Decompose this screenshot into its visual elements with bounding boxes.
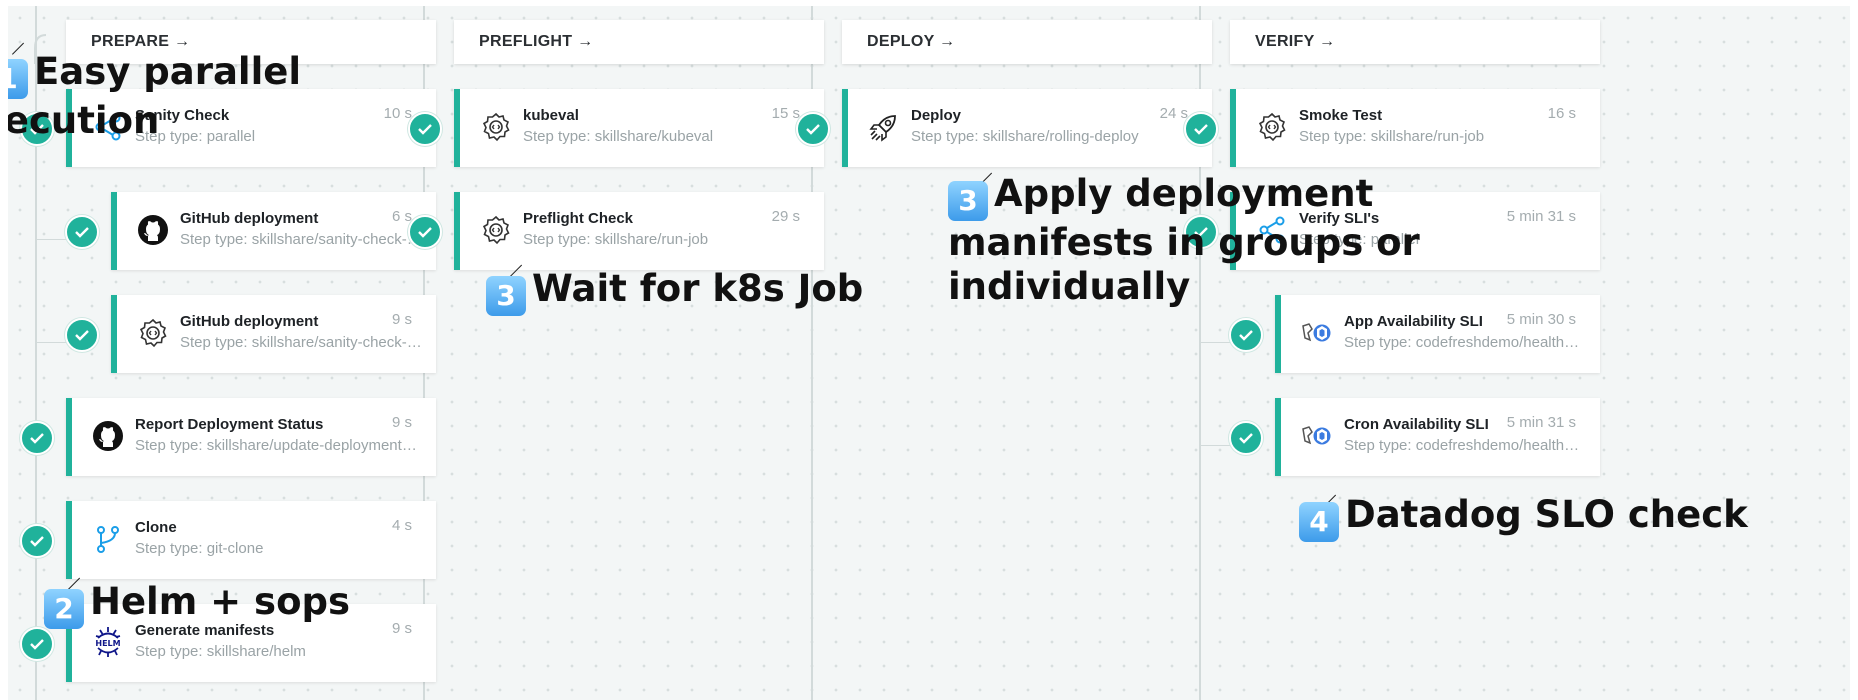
stage-header-verify[interactable]: VERIFY → <box>1230 20 1600 64</box>
number-badge: 2 <box>44 589 84 629</box>
success-check-icon <box>20 421 54 455</box>
annotation-text: Datadog SLO check <box>1345 493 1748 536</box>
step-card-kubeval[interactable]: kubeval Step type: skillshare/kubeval 15… <box>454 89 824 167</box>
helm-icon: HELM <box>90 624 126 660</box>
step-card-github-deployment-2[interactable]: GitHub deployment Step type: skillshare/… <box>111 295 436 373</box>
gear-icon <box>478 109 514 145</box>
github-icon <box>90 418 126 454</box>
success-check-icon <box>65 318 99 352</box>
step-type: Step type: skillshare/run-job <box>1299 128 1485 145</box>
step-type: Step type: skillshare/sanity-check-… <box>180 334 422 351</box>
step-duration: 10 s <box>383 105 412 122</box>
annotation-datadog-slo: 4 Datadog SLO check <box>1299 493 1748 542</box>
step-name: Smoke Test <box>1299 107 1383 124</box>
step-duration: 9 s <box>391 620 412 637</box>
number-badge: 3 <box>948 181 988 221</box>
step-name: GitHub deployment <box>180 313 319 330</box>
step-duration: 29 s <box>771 208 800 225</box>
gear-icon <box>135 315 171 351</box>
step-name: Cron Availability SLI <box>1344 416 1489 433</box>
stage-title: PREFLIGHT → <box>479 33 594 50</box>
step-duration: 9 s <box>391 311 412 328</box>
number-badge: 1 <box>8 59 28 99</box>
annotation-text: Easy parallel <box>34 50 302 93</box>
step-type: Step type: skillshare/helm <box>135 643 306 660</box>
github-icon <box>135 212 171 248</box>
step-card-clone[interactable]: Clone Step type: git-clone 4 s <box>66 501 436 579</box>
step-duration: 15 s <box>771 105 800 122</box>
annotation-text: manifests in groups or <box>948 221 1420 264</box>
stage-header-preflight[interactable]: PREFLIGHT → <box>454 20 824 64</box>
step-type: Step type: codefreshdemo/health… <box>1344 437 1580 454</box>
step-card-deploy[interactable]: Deploy Step type: skillshare/rolling-dep… <box>842 89 1212 167</box>
gear-icon <box>478 212 514 248</box>
number-badge: 4 <box>1299 502 1339 542</box>
annotation-text: xecution <box>8 99 160 142</box>
step-type: Step type: skillshare/rolling-deploy <box>911 128 1139 145</box>
stage-title: DEPLOY → <box>867 33 956 50</box>
success-check-icon <box>1229 318 1263 352</box>
step-card-smoke-test[interactable]: Smoke Test Step type: skillshare/run-job… <box>1230 89 1600 167</box>
stage-title: PREPARE → <box>91 33 191 50</box>
gear-icon <box>1254 109 1290 145</box>
success-check-icon <box>408 215 442 249</box>
step-duration: 24 s <box>1159 105 1188 122</box>
svg-text:HELM: HELM <box>95 639 120 648</box>
success-check-icon <box>65 215 99 249</box>
success-check-icon <box>1184 112 1218 146</box>
step-duration: 5 min 31 s <box>1506 208 1576 225</box>
stage-header-deploy[interactable]: DEPLOY → <box>842 20 1212 64</box>
step-name: Preflight Check <box>523 210 634 227</box>
number-badge: 3 <box>486 276 526 316</box>
annotation-text: Wait for k8s Job <box>532 267 864 310</box>
datadog-icon <box>1299 315 1335 351</box>
step-type: Step type: skillshare/run-job <box>523 231 709 248</box>
annotation-wait-k8s-job: 3 Wait for k8s Job <box>486 267 863 316</box>
stage-title: VERIFY → <box>1255 33 1336 50</box>
success-check-icon <box>796 112 830 146</box>
step-name: Clone <box>135 519 177 536</box>
annotation-parallel-execution: 1Easy parallel xecution <box>8 50 301 143</box>
step-card-cron-availability-sli[interactable]: Cron Availability SLI Step type: codefre… <box>1275 398 1600 476</box>
annotation-text: Apply deployment <box>994 172 1374 215</box>
step-card-preflight-check[interactable]: Preflight Check Step type: skillshare/ru… <box>454 192 824 270</box>
step-type: Step type: codefreshdemo/health… <box>1344 334 1580 351</box>
step-type: Step type: skillshare/kubeval <box>523 128 714 145</box>
step-name: GitHub deployment <box>180 210 319 227</box>
success-check-icon <box>408 112 442 146</box>
step-card-github-deployment[interactable]: GitHub deployment Step type: skillshare/… <box>111 192 436 270</box>
annotation-apply-manifests: 3 Apply deployment manifests in groups or… <box>948 172 1420 309</box>
step-name: Report Deployment Status <box>135 416 324 433</box>
step-type: Step type: skillshare/sanity-check-… <box>180 231 422 248</box>
step-duration: 16 s <box>1547 105 1576 122</box>
step-duration: 5 min 30 s <box>1506 311 1576 328</box>
annotation-text: individually <box>948 265 1191 308</box>
annotation-helm-sops: 2 Helm + sops <box>44 580 350 629</box>
pipeline-canvas: PREPARE → Sanity Check Step type: parall… <box>8 6 1850 700</box>
step-name: Deploy <box>911 107 962 124</box>
step-duration: 9 s <box>391 414 412 431</box>
success-check-icon <box>20 627 54 661</box>
step-duration: 6 s <box>391 208 412 225</box>
step-card-report-deployment-status[interactable]: Report Deployment Status Step type: skil… <box>66 398 436 476</box>
rocket-icon <box>866 109 902 145</box>
step-duration: 4 s <box>391 517 412 534</box>
annotation-text: Helm + sops <box>90 580 351 623</box>
step-type: Step type: skillshare/update-deployment… <box>135 437 417 454</box>
git-branch-icon <box>90 521 126 557</box>
success-check-icon <box>20 524 54 558</box>
step-name: kubeval <box>523 107 579 124</box>
success-check-icon <box>1229 421 1263 455</box>
step-name: App Availability SLI <box>1344 313 1483 330</box>
datadog-icon <box>1299 418 1335 454</box>
step-type: Step type: git-clone <box>135 540 264 557</box>
step-duration: 5 min 31 s <box>1506 414 1576 431</box>
